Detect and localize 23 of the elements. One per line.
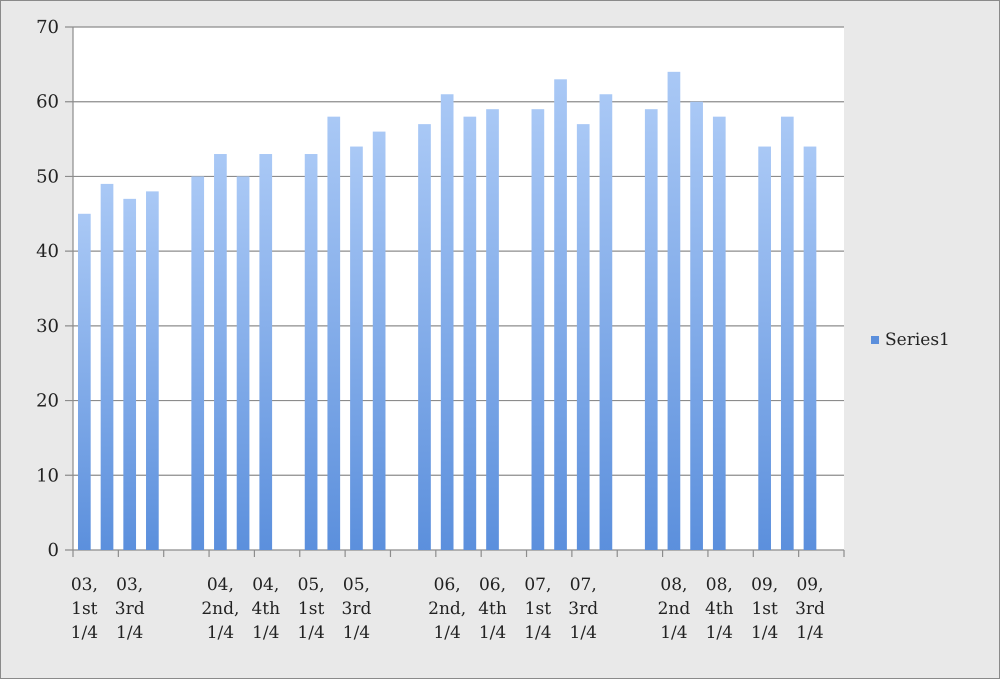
y-axis-label: 30	[36, 316, 59, 337]
x-axis-label: 06, 2nd, 1/4	[428, 575, 466, 643]
x-axis-label: 08, 2nd 1/4	[658, 575, 690, 643]
y-axis-label: 60	[36, 92, 59, 113]
y-axis-label: 40	[36, 241, 59, 262]
x-axis-label: 09, 1st 1/4	[750, 575, 778, 643]
y-axis-label: 50	[36, 166, 59, 188]
x-axis-label: 07, 1st 1/4	[524, 575, 552, 643]
legend-label: Series1	[885, 330, 950, 350]
x-axis-label: 03, 3rd 1/4	[114, 575, 145, 643]
x-axis-label: 04, 2nd, 1/4	[201, 575, 240, 643]
x-axis-label: 05, 3rd 1/4	[342, 575, 372, 643]
x-axis-label: 03, 1st 1/4	[70, 575, 98, 643]
x-axis-label: 05, 1st 1/4	[297, 575, 325, 643]
y-axis-label: 20	[36, 390, 59, 412]
x-axis-label: 07, 3rd 1/4	[568, 575, 598, 643]
y-axis-label: 0	[48, 540, 59, 561]
x-axis-label: 08, 4th 1/4	[704, 575, 734, 643]
x-axis-label: 06, 4th 1/4	[478, 575, 507, 643]
y-axis-label: 10	[36, 465, 59, 486]
x-axis-label: 04, 4th 1/4	[251, 575, 280, 643]
x-axis-label: 09, 3rd 1/4	[795, 575, 825, 643]
y-axis-label: 70	[36, 17, 59, 38]
